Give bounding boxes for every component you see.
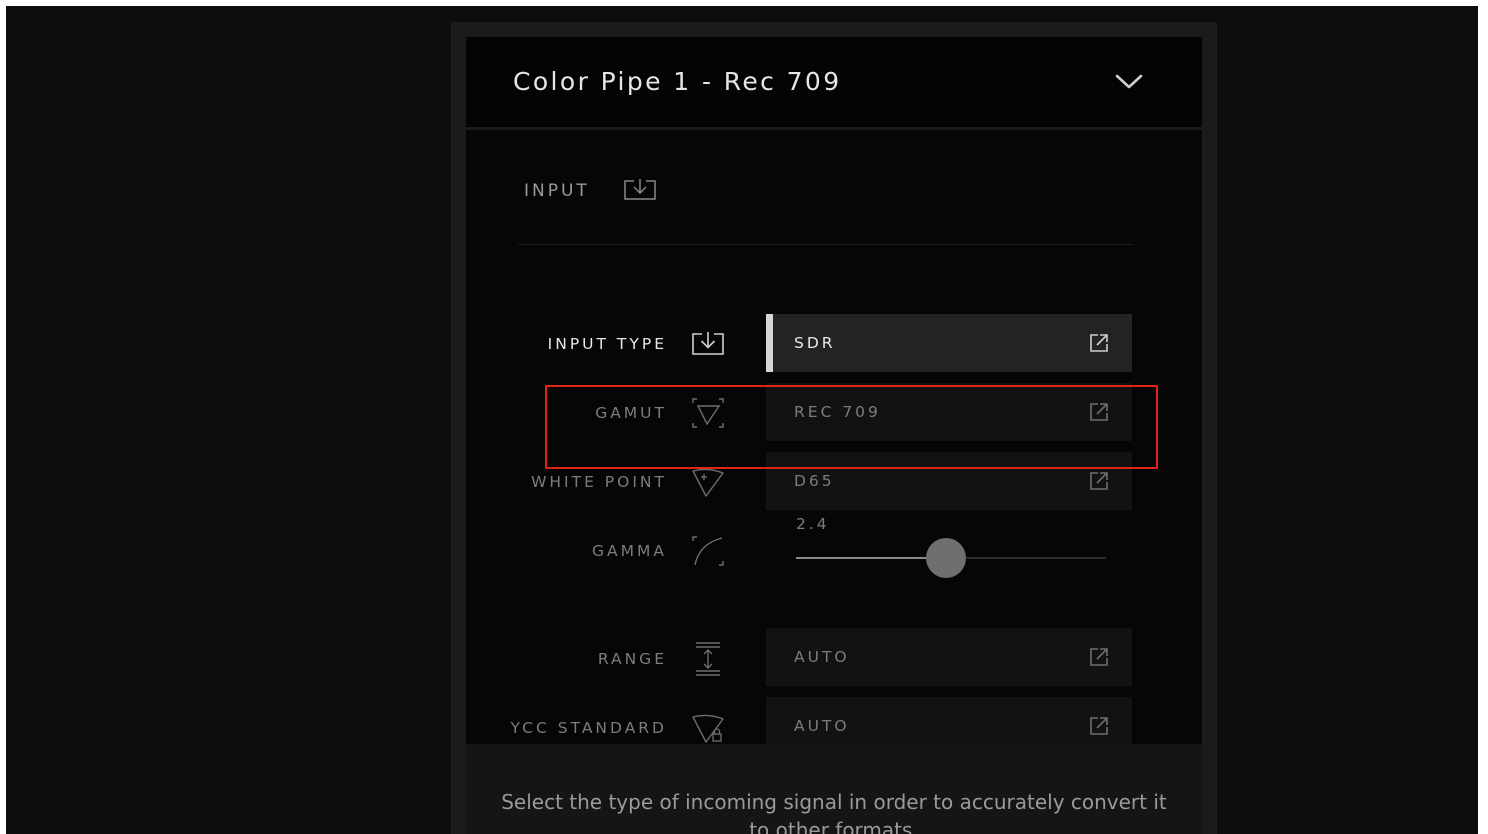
white-point-icon — [692, 468, 724, 497]
color-pipe-panel: Color Pipe 1 - Rec 709 INPUT INPUT TYPE — [451, 22, 1217, 834]
ycc-standard-label: YCC STANDARD — [510, 719, 667, 737]
white-point-value: D65 — [794, 472, 835, 490]
external-link-icon[interactable] — [1088, 401, 1110, 423]
screen: Color Pipe 1 - Rec 709 INPUT INPUT TYPE — [6, 6, 1478, 834]
input-icon — [624, 179, 656, 200]
description-text: Select the type of incoming signal in or… — [501, 790, 1167, 834]
input-icon — [692, 332, 724, 355]
gamut-icon — [692, 398, 724, 428]
gamma-curve-icon — [692, 536, 724, 566]
external-link-icon[interactable] — [1088, 715, 1110, 737]
gamut-select[interactable]: REC 709 — [766, 383, 1132, 441]
section-divider — [518, 244, 1134, 245]
range-icon — [696, 642, 720, 676]
gamma-slider-thumb[interactable] — [926, 538, 966, 578]
gamma-label: GAMMA — [592, 542, 667, 560]
gamma-slider-track[interactable] — [796, 538, 1106, 578]
range-select[interactable]: AUTO — [766, 628, 1132, 686]
input-type-label: INPUT TYPE — [547, 335, 667, 353]
section-title: INPUT — [524, 181, 590, 201]
description-panel: Select the type of incoming signal in or… — [466, 744, 1202, 834]
external-link-icon[interactable] — [1088, 646, 1110, 668]
gamut-value: REC 709 — [794, 403, 881, 421]
input-type-value: SDR — [794, 334, 836, 352]
panel-title: Color Pipe 1 - Rec 709 — [513, 67, 842, 96]
ycc-standard-value: AUTO — [794, 717, 850, 735]
input-type-select[interactable]: SDR — [766, 314, 1132, 372]
gamut-label: GAMUT — [595, 404, 667, 422]
gamma-value: 2.4 — [796, 515, 830, 533]
chevron-down-icon[interactable] — [1114, 71, 1144, 91]
range-value: AUTO — [794, 648, 850, 666]
range-label: RANGE — [597, 650, 667, 668]
ycc-standard-icon — [692, 714, 724, 743]
external-link-icon[interactable] — [1088, 470, 1110, 492]
input-section: INPUT INPUT TYPE SDR GAMUT REC 709 WHITE… — [466, 130, 1202, 755]
panel-header[interactable]: Color Pipe 1 - Rec 709 — [466, 37, 1202, 127]
white-point-select[interactable]: D65 — [766, 452, 1132, 510]
white-point-label: WHITE POINT — [531, 473, 667, 491]
active-accent-bar — [766, 314, 773, 372]
gamma-slider-fill — [796, 557, 946, 559]
external-link-icon[interactable] — [1088, 332, 1110, 354]
